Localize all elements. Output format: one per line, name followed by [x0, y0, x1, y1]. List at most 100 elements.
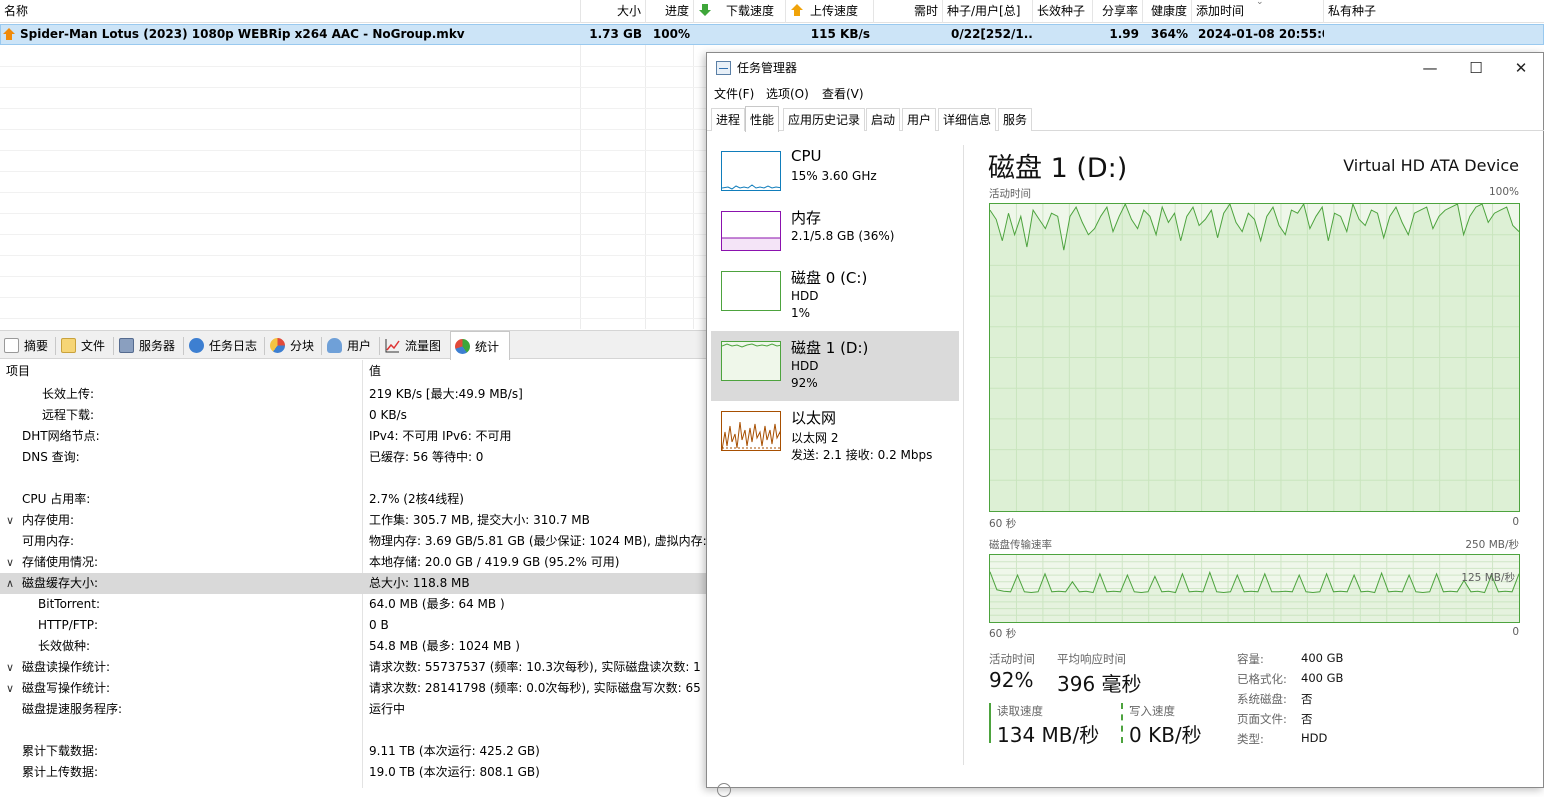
- tab-performance[interactable]: 性能: [745, 106, 780, 132]
- read-speed-label: 读取速度: [997, 704, 1043, 718]
- stats-row[interactable]: ∧ 磁盘缓存大小: 总大小: 118.8 MB: [0, 573, 706, 594]
- tab-servers[interactable]: 服务器: [115, 333, 175, 359]
- menu-view[interactable]: 查看(V): [822, 83, 864, 105]
- tab-summary[interactable]: 摘要: [0, 333, 48, 359]
- stats-header-value[interactable]: 值: [363, 360, 381, 382]
- column-longterm-seed[interactable]: 长效种子: [1033, 0, 1093, 23]
- task-manager-titlebar[interactable]: 任务管理器 — ☐ ✕: [707, 53, 1544, 83]
- collapse-chevron-icon[interactable]: ∧: [6, 573, 14, 594]
- stats-key: BitTorrent:: [38, 597, 101, 611]
- tab-statistics[interactable]: 统计: [450, 331, 510, 361]
- response-time-value: 396 毫秒: [1057, 672, 1142, 696]
- stats-key: HTTP/FTP:: [38, 618, 99, 632]
- device-name: Virtual HD ATA Device: [1343, 156, 1519, 175]
- stats-row[interactable]: 长效上传: 219 KB/s [最大:49.9 MB/s]: [0, 384, 706, 405]
- grid-line: [0, 171, 706, 172]
- tab-details[interactable]: 详细信息: [938, 108, 997, 131]
- column-name[interactable]: 名称: [0, 0, 581, 23]
- menu-file[interactable]: 文件(F): [714, 83, 754, 105]
- torrent-progress: 100%: [652, 27, 690, 41]
- tab-pieces[interactable]: 分块: [266, 333, 314, 359]
- write-speed-bar: [1121, 703, 1123, 743]
- stats-row[interactable]: 长效做种: 54.8 MB (最多: 1024 MB ): [0, 636, 706, 657]
- stats-row[interactable]: 累计上传数据: 19.0 TB (本次运行: 808.1 GB): [0, 762, 706, 783]
- column-health[interactable]: 健康度: [1143, 0, 1192, 23]
- column-eta[interactable]: 需时: [874, 0, 943, 23]
- task-manager-app-icon: [716, 61, 731, 75]
- resource-ethernet-adapter: 以太网 2: [791, 431, 839, 445]
- stats-row[interactable]: BitTorrent: 64.0 MB (最多: 64 MB ): [0, 594, 706, 615]
- tab-services[interactable]: 服务: [998, 108, 1033, 131]
- memory-thumbnail: [721, 211, 781, 251]
- stats-row[interactable]: 磁盘提速服务程序: 运行中: [0, 699, 706, 720]
- grid-line: [0, 213, 706, 214]
- grid-line: [0, 87, 706, 88]
- column-added-label: 添加时间: [1196, 4, 1245, 18]
- fewer-details-link-partial[interactable]: [717, 783, 731, 797]
- resource-disk-1-name: 磁盘 1 (D:): [791, 339, 869, 357]
- maximize-button[interactable]: ☐: [1453, 53, 1499, 83]
- prop-capacity-key: 容量:: [1237, 652, 1264, 666]
- column-down-speed[interactable]: 下载速度: [694, 0, 786, 23]
- expand-chevron-icon[interactable]: ∨: [6, 552, 14, 573]
- tab-statistics-label: 统计: [475, 340, 500, 354]
- stats-row[interactable]: DNS 查询: 已缓存: 56 等待中: 0: [0, 447, 706, 468]
- tab-startup[interactable]: 启动: [866, 108, 901, 131]
- tab-log[interactable]: 任务日志: [185, 333, 257, 359]
- stats-row[interactable]: [0, 720, 706, 741]
- column-up-speed[interactable]: 上传速度: [786, 0, 874, 23]
- stats-row[interactable]: ∨ 磁盘读操作统计: 请求次数: 55737537 (频率: 10.3次每秒), 实…: [0, 657, 706, 678]
- minimize-button[interactable]: —: [1407, 53, 1453, 83]
- tab-summary-label: 摘要: [24, 339, 49, 353]
- stats-row[interactable]: [0, 468, 706, 489]
- expand-chevron-icon[interactable]: ∨: [6, 510, 14, 531]
- detail-tab-bar: 摘要 文件 服务器 任务日志 分块 用户 流量图 统计: [0, 330, 706, 361]
- stats-row[interactable]: ∨ 磁盘写操作统计: 请求次数: 28141798 (频率: 0.0次每秒), 实际…: [0, 678, 706, 699]
- stats-row[interactable]: 累计下载数据: 9.11 TB (本次运行: 425.2 GB): [0, 741, 706, 762]
- stats-key: CPU 占用率:: [22, 492, 91, 506]
- tab-traffic-graph-label: 流量图: [405, 339, 442, 353]
- resource-memory-name: 内存: [791, 209, 822, 227]
- stats-row[interactable]: 可用内存: 物理内存: 3.69 GB/5.81 GB (最少保证: 1024 M…: [0, 531, 706, 552]
- resource-disk-0[interactable]: 磁盘 0 (C:) HDD 1%: [711, 261, 959, 331]
- tab-peers[interactable]: 用户: [323, 333, 371, 359]
- column-down-speed-label: 下载速度: [726, 4, 775, 18]
- statistics-pie-icon: [455, 339, 470, 354]
- grid-line: [0, 234, 706, 235]
- tab-files[interactable]: 文件: [57, 333, 105, 359]
- sort-chevron-icon: ⌄: [1256, 0, 1264, 7]
- stats-row[interactable]: ∨ 存储使用情况: 本地存储: 20.0 GB / 419.9 GB (95.2% …: [0, 552, 706, 573]
- stats-value: 219 KB/s [最大:49.9 MB/s]: [369, 387, 523, 401]
- column-added[interactable]: 添加时间 ⌄: [1192, 0, 1324, 23]
- stats-row[interactable]: CPU 占用率: 2.7% (2核4线程): [0, 489, 706, 510]
- column-ratio[interactable]: 分享率: [1093, 0, 1143, 23]
- tab-processes[interactable]: 进程: [711, 108, 746, 131]
- stats-row[interactable]: 远程下载: 0 KB/s: [0, 405, 706, 426]
- torrent-list-header: 名称 大小 进度 下载速度 上传速度 需时 种子/用户[总] 长效种子 分享率 …: [0, 0, 1544, 23]
- stats-row[interactable]: HTTP/FTP: 0 B: [0, 615, 706, 636]
- graph2-mid: 125 MB/秒: [1461, 572, 1515, 584]
- stats-key: 存储使用情况:: [22, 555, 99, 569]
- menu-options[interactable]: 选项(O): [766, 83, 809, 105]
- resource-disk-1[interactable]: 磁盘 1 (D:) HDD 92%: [711, 331, 959, 401]
- column-private[interactable]: 私有种子: [1324, 0, 1544, 23]
- prop-type-key: 类型:: [1237, 732, 1264, 746]
- resource-ethernet[interactable]: 以太网 以太网 2 发送: 2.1 接收: 0.2 Mbps: [711, 401, 959, 471]
- stats-row[interactable]: ∨ 内存使用: 工作集: 305.7 MB, 提交大小: 310.7 MB: [0, 510, 706, 531]
- stats-header-key[interactable]: 项目: [0, 360, 30, 382]
- stats-row[interactable]: DHT网络节点: IPv4: 不可用 IPv6: 不可用: [0, 426, 706, 447]
- close-button[interactable]: ✕: [1498, 53, 1544, 83]
- detail-title: 磁盘 1 (D:): [988, 153, 1128, 184]
- torrent-row[interactable]: Spider-Man Lotus (2023) 1080p WEBRip x26…: [0, 24, 1544, 45]
- tab-users[interactable]: 用户: [902, 108, 937, 131]
- expand-chevron-icon[interactable]: ∨: [6, 657, 14, 678]
- stats-key: 磁盘读操作统计:: [22, 660, 111, 674]
- grid-line: [0, 192, 706, 193]
- column-progress[interactable]: 进度: [646, 0, 694, 23]
- expand-chevron-icon[interactable]: ∨: [6, 678, 14, 699]
- column-size[interactable]: 大小: [581, 0, 646, 23]
- tab-traffic-graph[interactable]: 流量图: [381, 333, 441, 359]
- column-seeds-peers[interactable]: 种子/用户[总]: [943, 0, 1033, 23]
- tab-log-label: 任务日志: [209, 339, 258, 353]
- tab-app-history[interactable]: 应用历史记录: [783, 108, 866, 131]
